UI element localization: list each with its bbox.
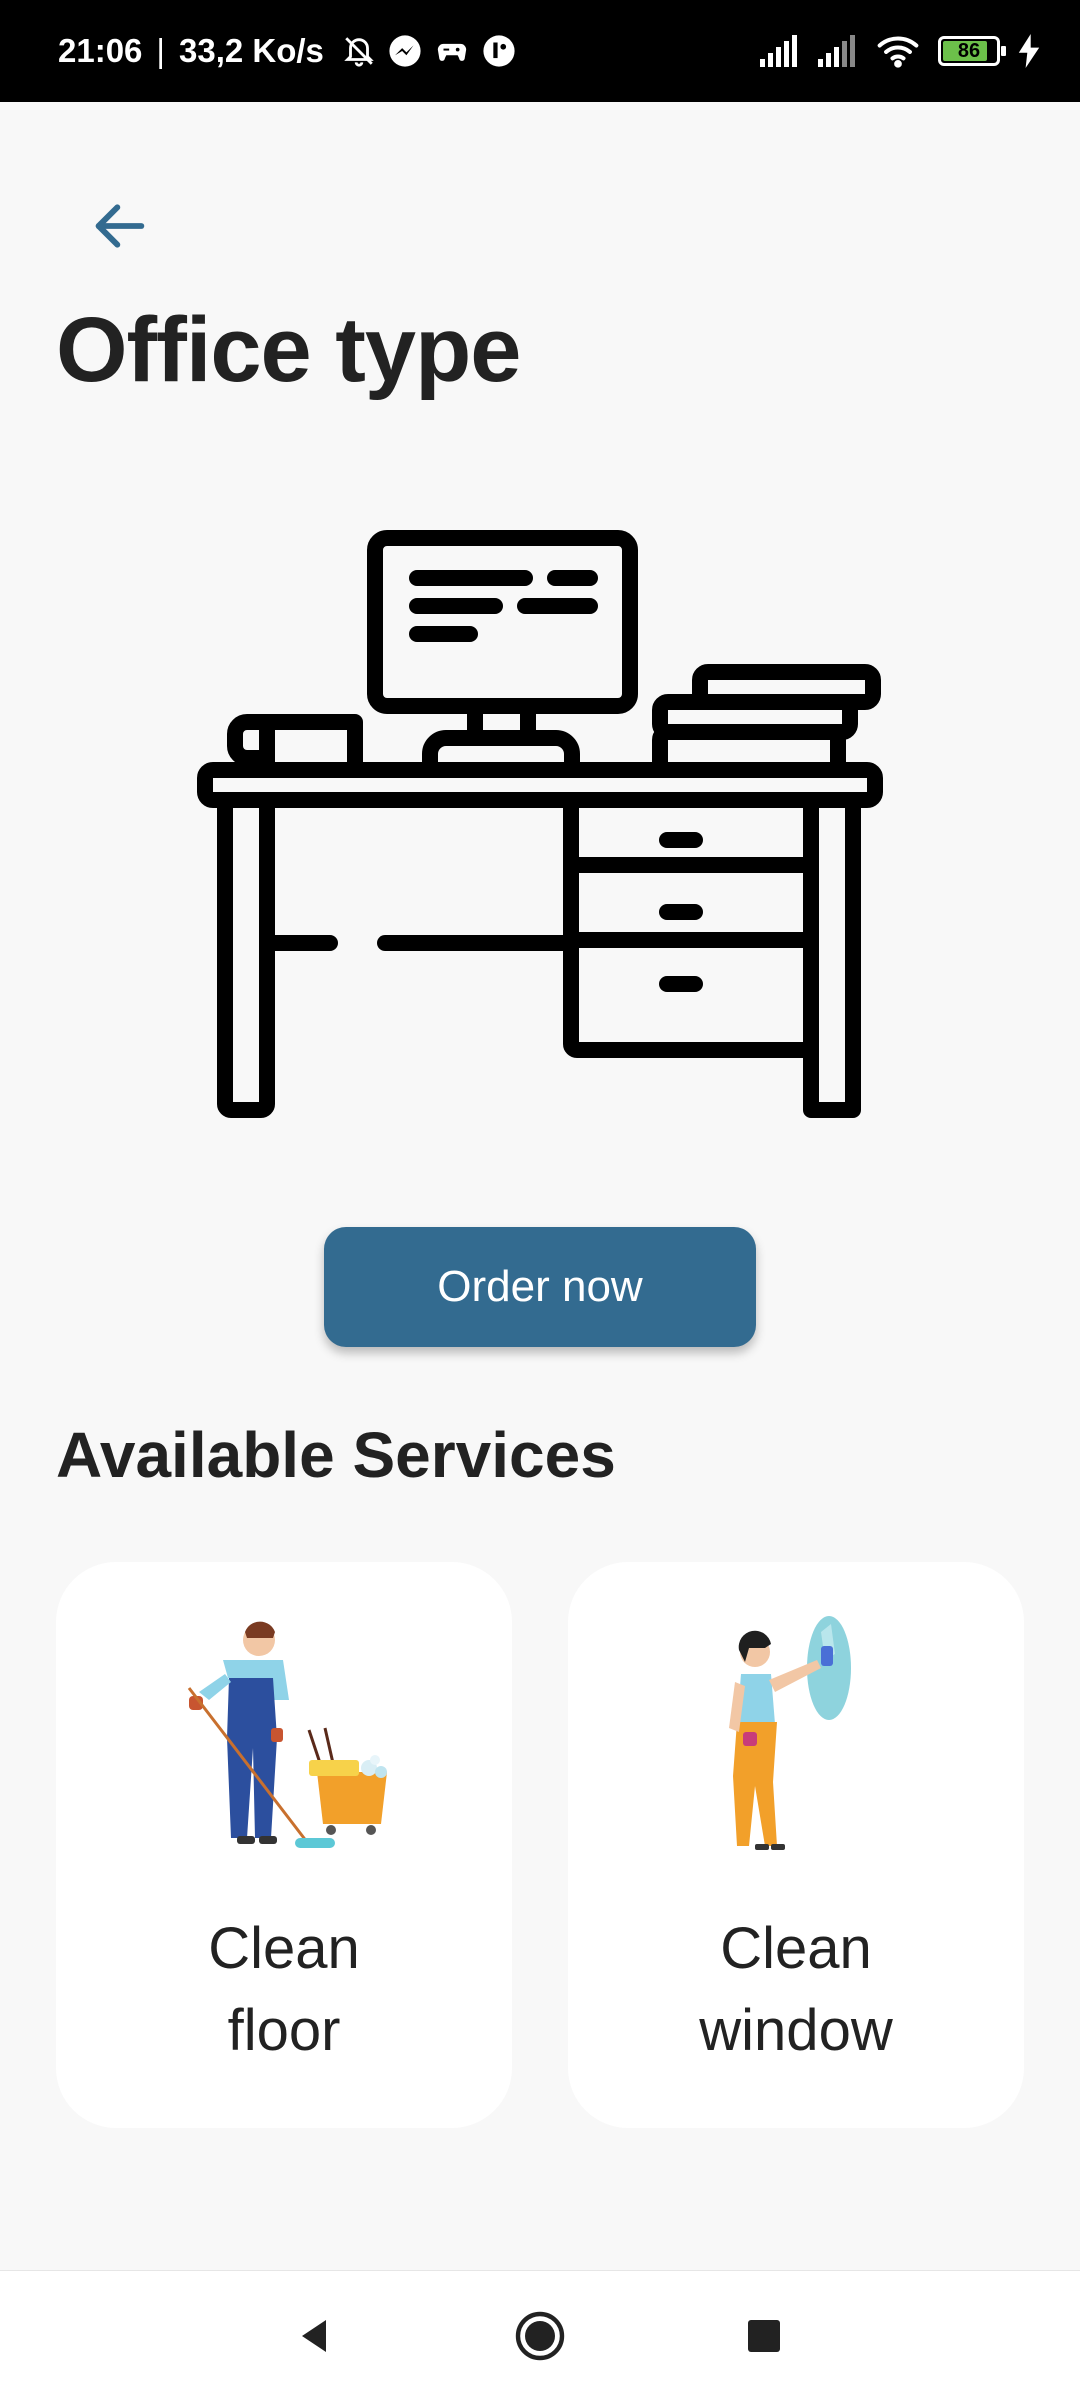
network-speed: 33,2 Ko/s (178, 32, 324, 69)
back-button[interactable] (80, 186, 160, 266)
status-bar: 21:06 | 33,2 Ko/s 86 (0, 0, 1080, 102)
office-desk-icon (197, 530, 883, 1118)
services-list: Clean floor Clean window (56, 1562, 1026, 2128)
wifi-icon (877, 36, 919, 68)
signal-icon (818, 35, 855, 67)
arrow-left-icon (95, 204, 145, 248)
nav-home-button[interactable] (480, 2271, 600, 2401)
nav-back-button[interactable] (254, 2271, 374, 2401)
service-card-clean-floor[interactable]: Clean floor (56, 1562, 512, 2128)
battery-level: 86 (957, 39, 981, 62)
window-cleaner-illustration (729, 1616, 851, 1850)
game-controller-icon (437, 43, 467, 61)
recents-square-icon (748, 2320, 780, 2352)
service-label-clean-floor: Clean floor (208, 1916, 360, 2063)
status-time: 21:06 (58, 32, 143, 69)
nav-recents-button[interactable] (704, 2271, 824, 2401)
page-title: Office type (56, 299, 521, 401)
service-card-clean-window[interactable]: Clean window (568, 1562, 1024, 2128)
messenger-icon (389, 35, 421, 67)
bell-off-icon (344, 37, 374, 67)
system-nav-bar (0, 2270, 1080, 2401)
floor-cleaner-illustration (187, 1621, 387, 1848)
status-left: 21:06 | 33,2 Ko/s (58, 0, 516, 102)
status-right: 86 (760, 0, 1040, 102)
battery-icon: 86 (938, 36, 1006, 66)
signal-icon (760, 35, 797, 67)
status-separator: | (156, 32, 165, 69)
charging-icon (1018, 34, 1040, 68)
available-services-title: Available Services (56, 1419, 616, 1491)
back-triangle-icon (302, 2320, 326, 2352)
home-circle-icon (515, 2311, 565, 2361)
notification-icons (342, 34, 516, 68)
order-now-button[interactable]: Order now (324, 1227, 756, 1347)
service-label-clean-window: Clean window (699, 1916, 893, 2063)
app-icon (483, 35, 515, 67)
